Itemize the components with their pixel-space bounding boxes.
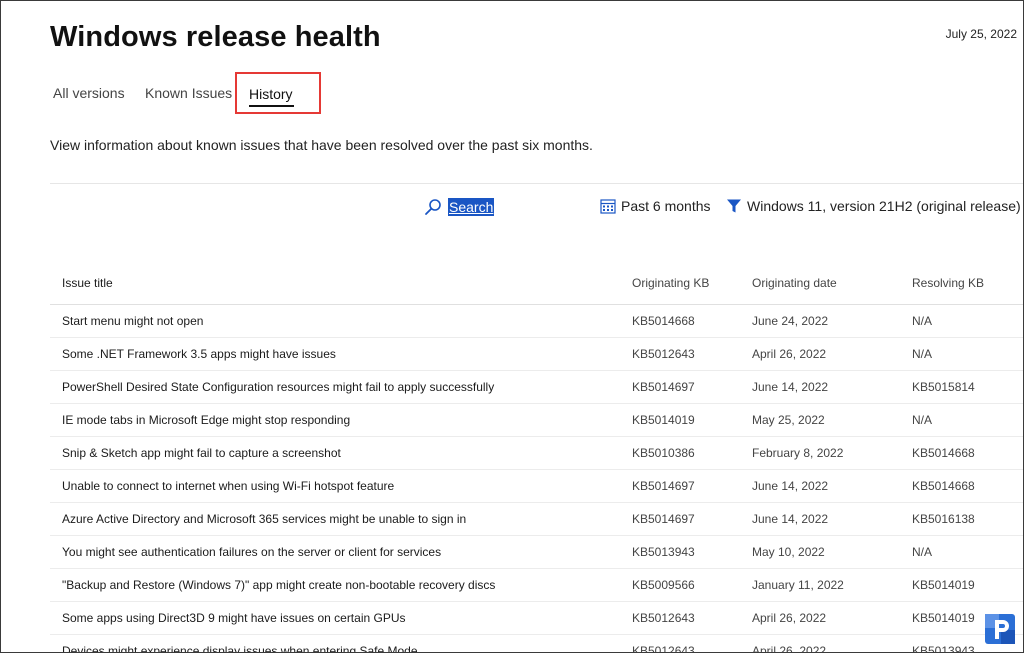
cell-resolving-kb: N/A [912,545,933,559]
cell-originating-kb: KB5012643 [632,611,695,625]
cell-originating-kb: KB5013943 [632,545,695,559]
cell-originating-kb: KB5014668 [632,314,695,328]
cell-originating-date: May 25, 2022 [752,413,825,427]
cell-issue-title[interactable]: Start menu might not open [62,314,203,328]
cell-originating-kb: KB5009566 [632,578,695,592]
table-row[interactable]: Unable to connect to internet when using… [50,470,1023,503]
table-header: Issue title Originating KB Originating d… [50,265,1023,305]
table-row[interactable]: You might see authentication failures on… [50,536,1023,569]
cell-resolving-kb: KB5014019 [912,611,975,625]
search-button[interactable]: Search [424,197,495,217]
cell-issue-title[interactable]: Unable to connect to internet when using… [62,479,394,493]
page-description: View information about known issues that… [50,137,593,153]
cell-originating-date: June 24, 2022 [752,314,829,328]
table-body: Start menu might not open KB5014668 June 2… [50,305,1023,653]
table-row[interactable]: Devices might experience display issues … [50,635,1023,653]
cell-originating-kb: KB5010386 [632,446,695,460]
cell-issue-title[interactable]: Some apps using Direct3D 9 might have is… [62,611,406,625]
table-row[interactable]: Azure Active Directory and Microsoft 365… [50,503,1023,536]
tab-known-issues[interactable]: Known Issues [145,85,232,101]
date-filter-label: Past 6 months [621,198,711,214]
cell-originating-date: April 26, 2022 [752,644,827,653]
cell-resolving-kb: KB5016138 [912,512,975,526]
column-header-resolving-kb[interactable]: Resolving KB [912,276,984,290]
cell-originating-kb: KB5014697 [632,380,695,394]
cell-issue-title[interactable]: Azure Active Directory and Microsoft 365… [62,512,466,526]
cell-resolving-kb: KB5014019 [912,578,975,592]
cell-issue-title[interactable]: You might see authentication failures on… [62,545,441,559]
table-row[interactable]: Some .NET Framework 3.5 apps might have … [50,338,1023,371]
cell-originating-kb: KB5014019 [632,413,695,427]
version-filter-button[interactable]: Windows 11, version 21H2 (original relea… [726,198,1021,214]
page-frame: Windows release health July 25, 2022 All… [0,0,1024,653]
cell-resolving-kb: N/A [912,413,933,427]
cell-issue-title[interactable]: Some .NET Framework 3.5 apps might have … [62,347,336,361]
search-label[interactable]: Search [448,198,495,216]
cell-originating-kb: KB5012643 [632,347,695,361]
cell-originating-date: April 26, 2022 [752,347,827,361]
page-date: July 25, 2022 [945,27,1017,41]
active-tab-indicator [249,105,294,107]
column-header-originating-date[interactable]: Originating date [752,276,837,290]
tab-history[interactable]: History [235,72,321,114]
calendar-icon [600,199,616,214]
tab-history-label: History [249,86,293,102]
table-row[interactable]: Snip & Sketch app might fail to capture … [50,437,1023,470]
search-icon [425,199,441,215]
cell-resolving-kb: KB5014668 [912,479,975,493]
column-header-originating-kb[interactable]: Originating KB [632,276,709,290]
cell-resolving-kb: N/A [912,314,933,328]
cell-originating-date: June 14, 2022 [752,479,829,493]
column-header-issue-title[interactable]: Issue title [62,276,113,290]
cell-issue-title[interactable]: Snip & Sketch app might fail to capture … [62,446,341,460]
cell-resolving-kb: KB5013943 [912,644,975,653]
page-title: Windows release health [50,21,381,53]
table-row[interactable]: Some apps using Direct3D 9 might have is… [50,602,1023,635]
cell-originating-date: June 14, 2022 [752,380,829,394]
date-filter-button[interactable]: Past 6 months [600,198,711,214]
table-row[interactable]: Start menu might not open KB5014668 June 2… [50,305,1023,338]
cell-originating-date: May 10, 2022 [752,545,825,559]
cell-originating-kb: KB5014697 [632,479,695,493]
logo-icon [983,612,1017,646]
cell-originating-date: June 14, 2022 [752,512,829,526]
filter-icon [727,199,741,213]
cell-originating-date: April 26, 2022 [752,611,827,625]
cell-issue-title[interactable]: PowerShell Desired State Configuration r… [62,380,494,394]
resolved-issues-table: Issue title Originating KB Originating d… [50,265,1023,653]
cell-issue-title[interactable]: Devices might experience display issues … [62,644,418,652]
table-row[interactable]: IE mode tabs in Microsoft Edge might sto… [50,404,1023,437]
table-row[interactable]: PowerShell Desired State Configuration r… [50,371,1023,404]
section-divider [50,183,1023,184]
cell-originating-date: January 11, 2022 [752,578,844,592]
cell-issue-title[interactable]: "Backup and Restore (Windows 7)" app mig… [62,578,495,592]
version-filter-label: Windows 11, version 21H2 (original relea… [747,198,1021,214]
cell-issue-title[interactable]: IE mode tabs in Microsoft Edge might sto… [62,413,350,427]
cell-resolving-kb: KB5015814 [912,380,975,394]
cell-originating-date: February 8, 2022 [752,446,844,460]
table-row[interactable]: "Backup and Restore (Windows 7)" app mig… [50,569,1023,602]
cell-originating-kb: KB5014697 [632,512,695,526]
cell-resolving-kb: N/A [912,347,933,361]
tab-all-versions[interactable]: All versions [53,85,125,101]
cell-resolving-kb: KB5014668 [912,446,975,460]
cell-originating-kb: KB5012643 [632,644,695,653]
